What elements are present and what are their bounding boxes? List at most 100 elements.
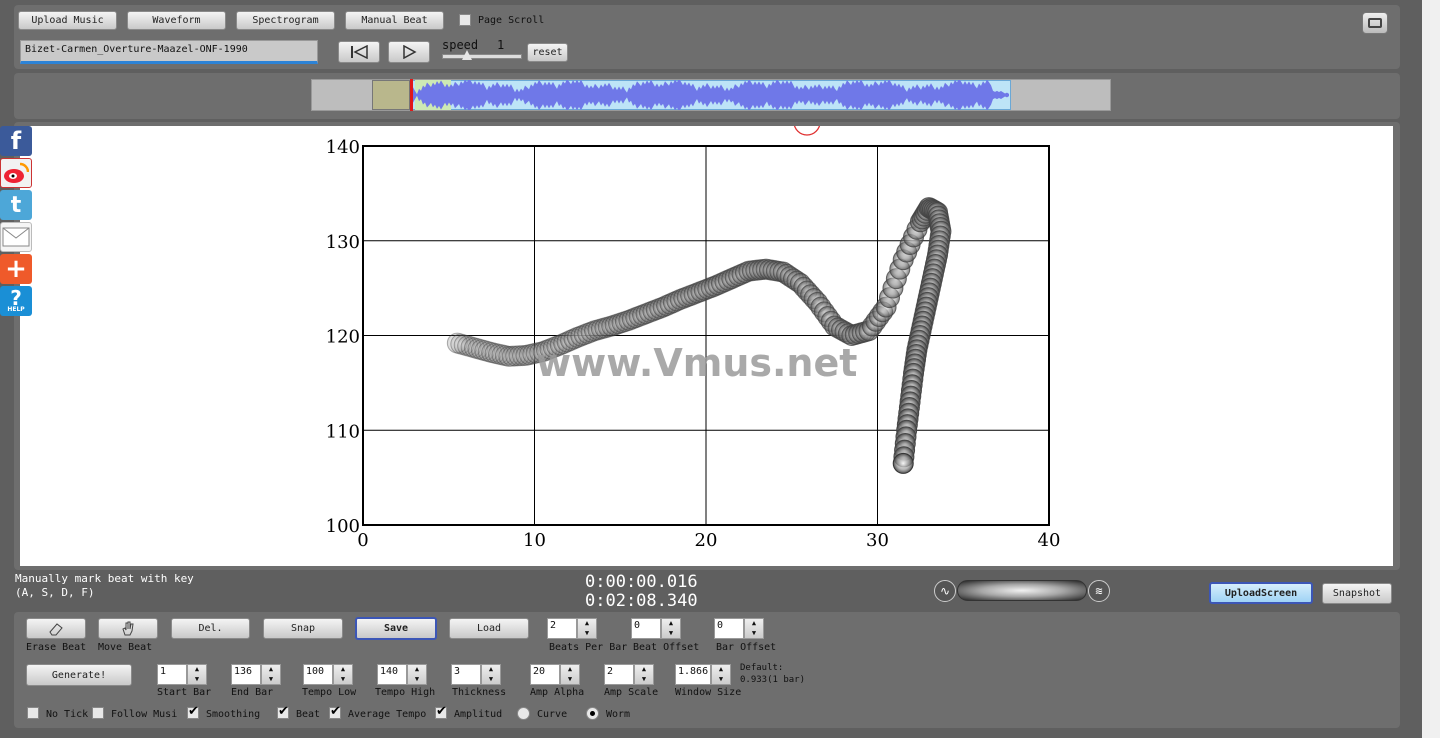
snap-button[interactable]: Snap <box>263 618 343 639</box>
fullscreen-icon[interactable] <box>1362 12 1388 34</box>
page-scrollbar[interactable] <box>1422 0 1440 738</box>
worm-radio[interactable] <box>586 707 599 720</box>
tempo-low-arrows[interactable]: ▲ ▼ <box>333 664 353 685</box>
amp-alpha-arrows[interactable]: ▲ ▼ <box>560 664 580 685</box>
help-icon[interactable]: ? HELP <box>0 286 32 316</box>
current-position-marker <box>793 126 821 136</box>
curve-label: Curve <box>537 709 568 720</box>
speed-value: 1 <box>497 38 505 52</box>
worm-head-circle <box>892 452 914 474</box>
tempo-high-value[interactable]: 140 <box>377 664 407 685</box>
start-bar-arrows[interactable]: ▲ ▼ <box>187 664 207 685</box>
tempo-low-value[interactable]: 100 <box>303 664 333 685</box>
page-scroll-checkbox[interactable] <box>459 14 471 26</box>
start-bar-value[interactable]: 1 <box>157 664 187 685</box>
amp-alpha-stepper[interactable]: 20 ▲ ▼ <box>530 664 580 685</box>
manual-beat-button[interactable]: Manual Beat <box>345 11 444 30</box>
play-icon <box>403 45 417 59</box>
end-bar-stepper[interactable]: 136 ▲ ▼ <box>231 664 281 685</box>
waveform-overview[interactable] <box>311 79 1111 111</box>
volume-waveform-icon[interactable]: ∿ <box>934 580 956 602</box>
average-tempo-checkbox[interactable] <box>329 704 341 719</box>
beat-offset-stepper[interactable]: 0 ▲ ▼ <box>631 618 681 639</box>
amp-alpha-label: Amp Alpha <box>530 687 585 698</box>
reset-button[interactable]: reset <box>527 43 568 62</box>
upload-music-button[interactable]: Upload Music <box>18 11 117 30</box>
beats-per-bar-arrows[interactable]: ▲ ▼ <box>577 618 597 639</box>
tempo-high-stepper[interactable]: 140 ▲ ▼ <box>377 664 427 685</box>
beat-offset-label: Beat Offset <box>633 642 700 653</box>
bar-offset-value[interactable]: 0 <box>714 618 744 639</box>
default-label: Default: <box>740 663 784 673</box>
speed-slider-thumb[interactable] <box>462 50 472 60</box>
save-button[interactable]: Save <box>355 617 437 640</box>
x-tick-label: 10 <box>523 530 546 551</box>
amp-scale-label: Amp Scale <box>604 687 659 698</box>
bar-offset-arrows[interactable]: ▲ ▼ <box>744 618 764 639</box>
page-scroll-label: Page Scroll <box>478 15 545 26</box>
delete-button[interactable]: Del. <box>171 618 250 639</box>
weibo-icon[interactable] <box>0 158 32 188</box>
start-bar-stepper[interactable]: 1 ▲ ▼ <box>157 664 207 685</box>
filename-field[interactable]: Bizet-Carmen_Overture-Maazel-ONF-1990 <box>20 40 318 64</box>
beat-checkbox[interactable] <box>277 704 289 719</box>
add-share-icon[interactable]: + <box>0 254 32 284</box>
beat-label: Beat <box>296 709 321 720</box>
amp-scale-stepper[interactable]: 2 ▲ ▼ <box>604 664 654 685</box>
end-bar-arrows[interactable]: ▲ ▼ <box>261 664 281 685</box>
y-tick-label: 120 <box>326 327 360 348</box>
tempo-low-stepper[interactable]: 100 ▲ ▼ <box>303 664 353 685</box>
facebook-icon[interactable]: f <box>0 126 32 156</box>
amp-scale-value[interactable]: 2 <box>604 664 634 685</box>
speed-slider[interactable] <box>442 54 522 59</box>
tempo-worm-chart: 0 10 20 30 40100110120130140 www.Vmus.net <box>326 126 1060 551</box>
waveform-button[interactable]: Waveform <box>127 11 226 30</box>
curve-radio[interactable] <box>517 707 530 720</box>
y-tick-label: 100 <box>326 516 360 537</box>
erase-beat-button[interactable] <box>26 618 86 639</box>
thickness-value[interactable]: 3 <box>451 664 481 685</box>
no-tick-checkbox[interactable] <box>27 707 39 719</box>
email-icon[interactable] <box>0 222 32 252</box>
beats-per-bar-stepper[interactable]: 2 ▲ ▼ <box>547 618 597 639</box>
window-size-stepper[interactable]: 1.866 ▲ ▼ <box>675 664 731 685</box>
load-button[interactable]: Load <box>449 618 529 639</box>
time-total: 0:02:08.340 <box>585 591 698 611</box>
move-beat-label: Move Beat <box>98 642 153 653</box>
beat-offset-value[interactable]: 0 <box>631 618 661 639</box>
twitter-icon[interactable]: t <box>0 190 32 220</box>
amp-scale-arrows[interactable]: ▲ ▼ <box>634 664 654 685</box>
move-beat-button[interactable] <box>98 618 158 639</box>
playhead-marker[interactable] <box>410 79 413 111</box>
volume-max-icon[interactable]: ≋ <box>1088 580 1110 602</box>
window-size-value[interactable]: 1.866 <box>675 664 711 685</box>
beat-offset-arrows[interactable]: ▲ ▼ <box>661 618 681 639</box>
window-size-arrows[interactable]: ▲ ▼ <box>711 664 731 685</box>
thickness-stepper[interactable]: 3 ▲ ▼ <box>451 664 501 685</box>
chart-canvas[interactable]: 0 10 20 30 40 100 110 120 130 140 www.Vmus.net <box>20 126 1393 566</box>
skip-to-start-button[interactable] <box>338 41 380 63</box>
no-tick-label: No Tick <box>46 709 89 720</box>
spectrogram-button[interactable]: Spectrogram <box>236 11 335 30</box>
amp-alpha-value[interactable]: 20 <box>530 664 560 685</box>
bar-offset-stepper[interactable]: 0 ▲ ▼ <box>714 618 764 639</box>
generate-button[interactable]: Generate! <box>26 664 132 686</box>
beats-per-bar-value[interactable]: 2 <box>547 618 577 639</box>
start-bar-label: Start Bar <box>157 687 212 698</box>
speed-label: speed <box>442 38 479 52</box>
x-tick-label: 20 <box>695 530 718 551</box>
snapshot-button[interactable]: Snapshot <box>1322 583 1392 604</box>
waveform-signal <box>413 80 1009 110</box>
end-bar-value[interactable]: 136 <box>231 664 261 685</box>
tempo-high-arrows[interactable]: ▲ ▼ <box>407 664 427 685</box>
volume-slider[interactable] <box>957 580 1087 601</box>
default-value: 0.933(1 bar) <box>740 675 806 685</box>
thickness-arrows[interactable]: ▲ ▼ <box>481 664 501 685</box>
play-button[interactable] <box>388 41 430 63</box>
hint-line-1: Manually mark beat with key <box>15 572 194 585</box>
follow-music-checkbox[interactable] <box>92 707 104 719</box>
smoothing-checkbox[interactable] <box>187 704 199 719</box>
amplitude-checkbox[interactable] <box>435 704 447 719</box>
x-tick-label: 30 <box>866 530 889 551</box>
upload-screen-button[interactable]: UploadScreen <box>1209 582 1313 604</box>
